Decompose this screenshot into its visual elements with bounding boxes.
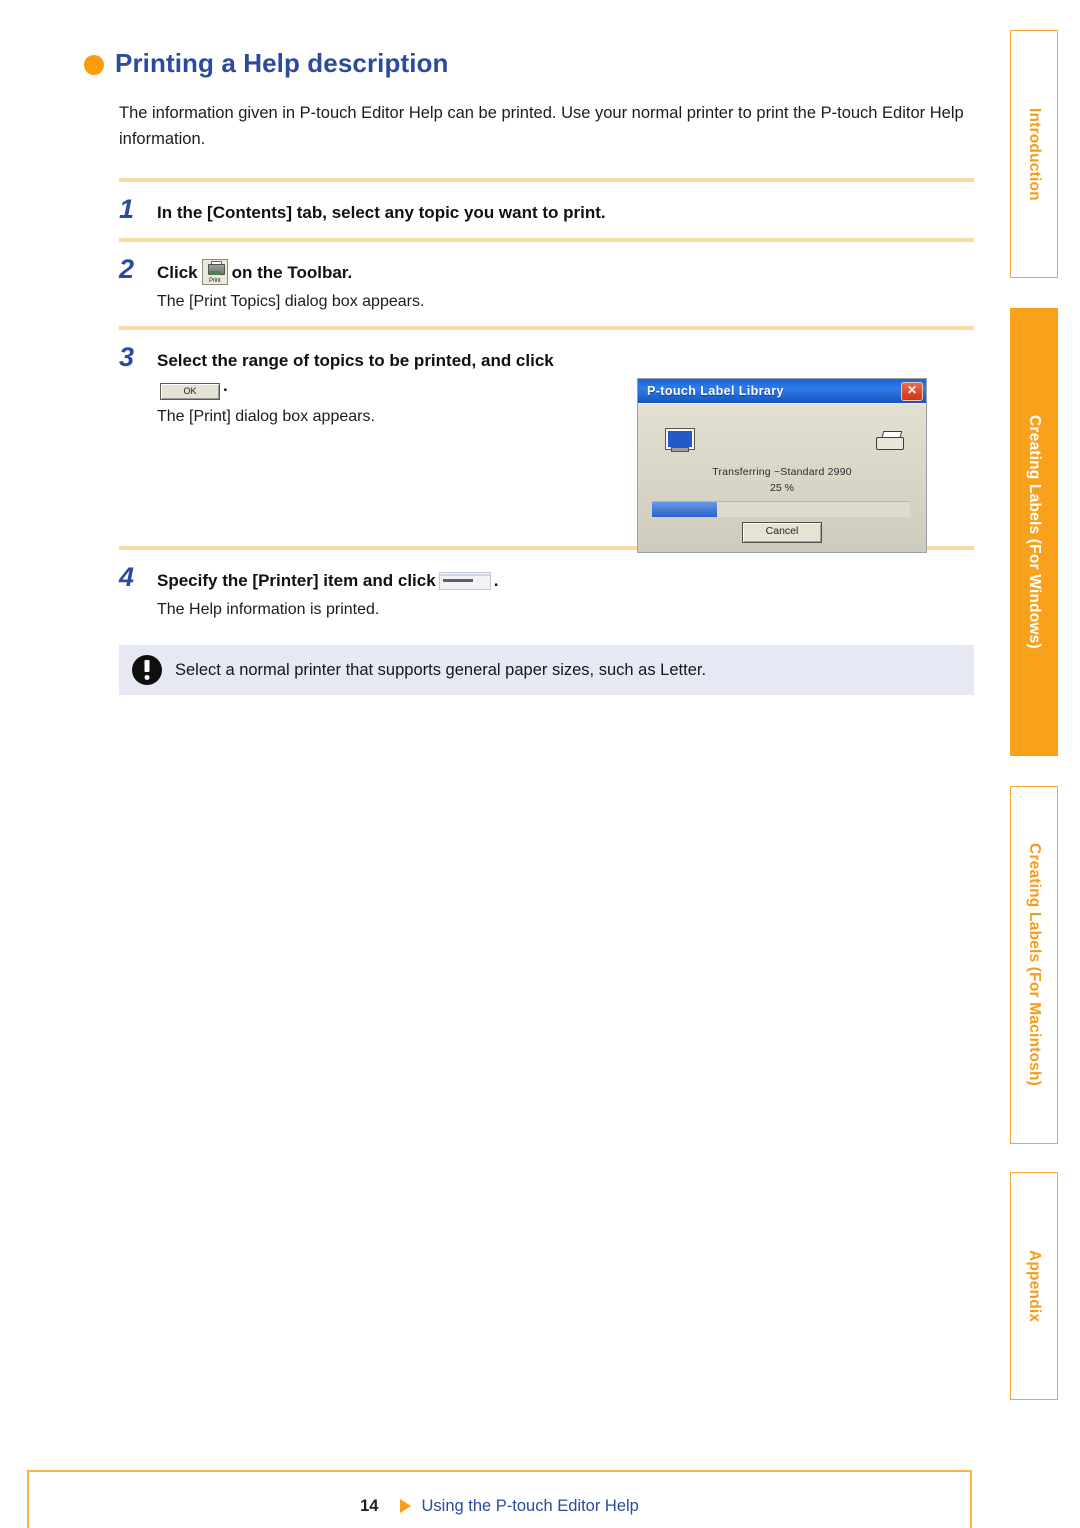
step-number: 2 bbox=[119, 253, 135, 284]
footer-link[interactable]: Using the P-touch Editor Help bbox=[421, 1497, 638, 1516]
step-title: Select the range of topics to be printed… bbox=[157, 350, 554, 370]
dialog-body: Transferring ~Standard 2990 25 % Cancel bbox=[638, 403, 926, 552]
step-number: 3 bbox=[119, 341, 135, 372]
step-number: 1 bbox=[119, 194, 135, 225]
printer-body-icon bbox=[876, 437, 904, 450]
dialog-title: P-touch Label Library bbox=[647, 384, 784, 398]
note-box: Select a normal printer that supports ge… bbox=[119, 645, 974, 696]
step-description: The [Print] dialog box appears. bbox=[157, 408, 375, 426]
step-title-tail: on the Toolbar. bbox=[231, 262, 353, 282]
bullet-icon bbox=[84, 54, 104, 75]
tab-label: Appendix bbox=[1026, 1249, 1043, 1323]
intro-paragraph: The information given in P-touch Editor … bbox=[119, 104, 964, 148]
tab-creating-labels-macintosh[interactable]: Creating Labels (For Macintosh) bbox=[1010, 786, 1058, 1144]
arrow-right-icon bbox=[400, 1499, 412, 1513]
dialog-screenshot: P-touch Label Library ✕ Transferring ~St… bbox=[637, 378, 927, 553]
print-dialog-button[interactable] bbox=[438, 571, 491, 590]
step-title-tail: . bbox=[493, 570, 499, 590]
step-title: Specify the [Printer] item and click bbox=[157, 570, 436, 590]
monitor-icon bbox=[666, 429, 694, 452]
note-text: Select a normal printer that supports ge… bbox=[175, 660, 707, 679]
print-button-label: Print bbox=[208, 277, 221, 284]
cancel-button[interactable]: Cancel bbox=[742, 522, 822, 543]
step-title-tail: . bbox=[223, 376, 228, 396]
step-description: The Help information is printed. bbox=[157, 601, 380, 619]
tab-label: Creating Labels (For Macintosh) bbox=[1026, 843, 1043, 1087]
dialog-titlebar: P-touch Label Library ✕ bbox=[638, 379, 926, 403]
section-tabs: Introduction Creating Labels (For Window… bbox=[1010, 30, 1058, 1400]
step-4: 4 Specify the [Printer] item and click. … bbox=[119, 550, 974, 634]
close-icon[interactable]: ✕ bbox=[901, 381, 923, 401]
step-description: The [Print Topics] dialog box appears. bbox=[157, 293, 425, 311]
ok-button[interactable]: OK bbox=[160, 383, 220, 401]
step-title: Click bbox=[157, 262, 198, 282]
monitor-base-icon bbox=[671, 447, 689, 452]
transfer-status-text: Transferring ~Standard 2990 bbox=[712, 466, 852, 478]
print-toolbar-button[interactable]: Print bbox=[201, 258, 228, 285]
exclamation-icon bbox=[132, 655, 162, 686]
page-title-text: Printing a Help description bbox=[115, 48, 449, 78]
page-title: Printing a Help description bbox=[84, 48, 974, 79]
page-number: 14 bbox=[360, 1496, 379, 1515]
step-1: 1 In the [Contents] tab, select any topi… bbox=[119, 182, 974, 238]
tab-introduction[interactable]: Introduction bbox=[1010, 30, 1058, 278]
transfer-percent-text: 25 % bbox=[770, 482, 794, 494]
printer-output-icon bbox=[209, 270, 220, 275]
tab-appendix[interactable]: Appendix bbox=[1010, 1172, 1058, 1400]
tab-label: Introduction bbox=[1026, 107, 1043, 201]
progress-bar-fill bbox=[652, 502, 717, 517]
tab-label: Creating Labels (For Windows) bbox=[1026, 415, 1043, 649]
step-title: In the [Contents] tab, select any topic … bbox=[157, 203, 606, 223]
printer-icon bbox=[876, 431, 904, 451]
monitor-screen-icon bbox=[666, 429, 694, 449]
page-content: Printing a Help description The informat… bbox=[84, 48, 974, 696]
step-2: 2 Click Print on the Toolbar. The [Print… bbox=[119, 242, 974, 326]
tab-creating-labels-windows[interactable]: Creating Labels (For Windows) bbox=[1010, 308, 1058, 756]
page-footer: 14 Using the P-touch Editor Help bbox=[27, 1470, 972, 1528]
progress-bar bbox=[652, 501, 910, 517]
note-icon-wrap bbox=[119, 655, 175, 686]
document-page: Printing a Help description The informat… bbox=[0, 0, 1080, 1528]
step-number: 4 bbox=[119, 561, 135, 592]
